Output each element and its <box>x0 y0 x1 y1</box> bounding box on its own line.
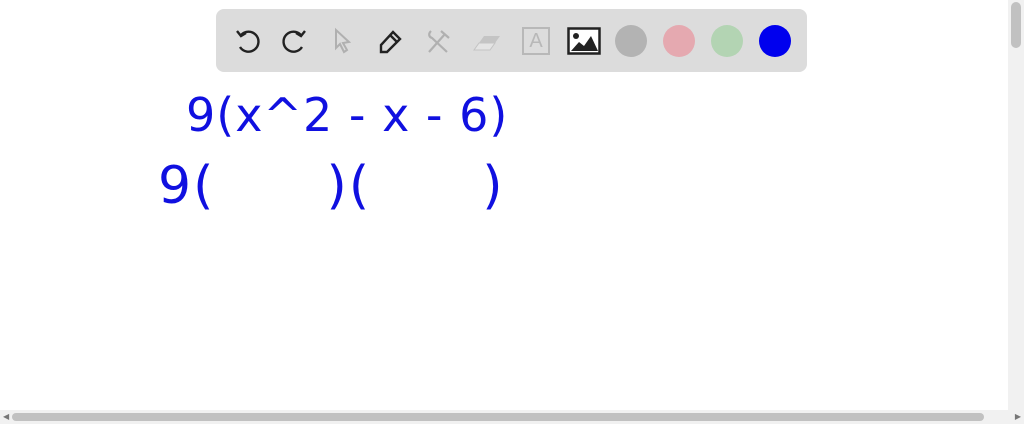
undo-icon <box>236 30 260 53</box>
horizontal-scrollbar[interactable]: ◀ ▶ <box>0 410 1024 424</box>
cursor-icon <box>335 27 352 54</box>
tools-icon <box>428 30 450 53</box>
color-swatch-pink[interactable] <box>663 25 695 57</box>
horizontal-scroll-thumb[interactable] <box>12 413 984 421</box>
color-swatch-blue[interactable] <box>759 25 791 57</box>
text-icon: A <box>522 27 550 55</box>
vertical-scrollbar[interactable] <box>1008 0 1024 410</box>
color-swatch-gray[interactable] <box>615 25 647 57</box>
undo-button[interactable] <box>230 23 266 59</box>
redo-button[interactable] <box>276 23 312 59</box>
drawing-toolbar: A <box>216 9 807 72</box>
pen-button[interactable] <box>372 23 408 59</box>
pencil-icon <box>379 30 402 54</box>
handwriting-line-2: 9( )( ) <box>158 156 505 216</box>
image-icon <box>567 27 601 55</box>
tools-button[interactable] <box>420 23 456 59</box>
eraser-button[interactable] <box>468 23 504 59</box>
image-button[interactable] <box>566 23 602 59</box>
handwriting-line-1: 9(x^2 - x - 6) <box>186 88 509 142</box>
select-button[interactable] <box>324 23 360 59</box>
color-swatch-green[interactable] <box>711 25 743 57</box>
scroll-right-arrow-icon[interactable]: ▶ <box>1015 410 1021 424</box>
scroll-left-arrow-icon[interactable]: ◀ <box>3 410 9 424</box>
text-button[interactable]: A <box>518 23 554 59</box>
eraser-icon <box>473 36 500 51</box>
vertical-scroll-thumb[interactable] <box>1011 2 1021 48</box>
redo-icon <box>282 30 306 53</box>
